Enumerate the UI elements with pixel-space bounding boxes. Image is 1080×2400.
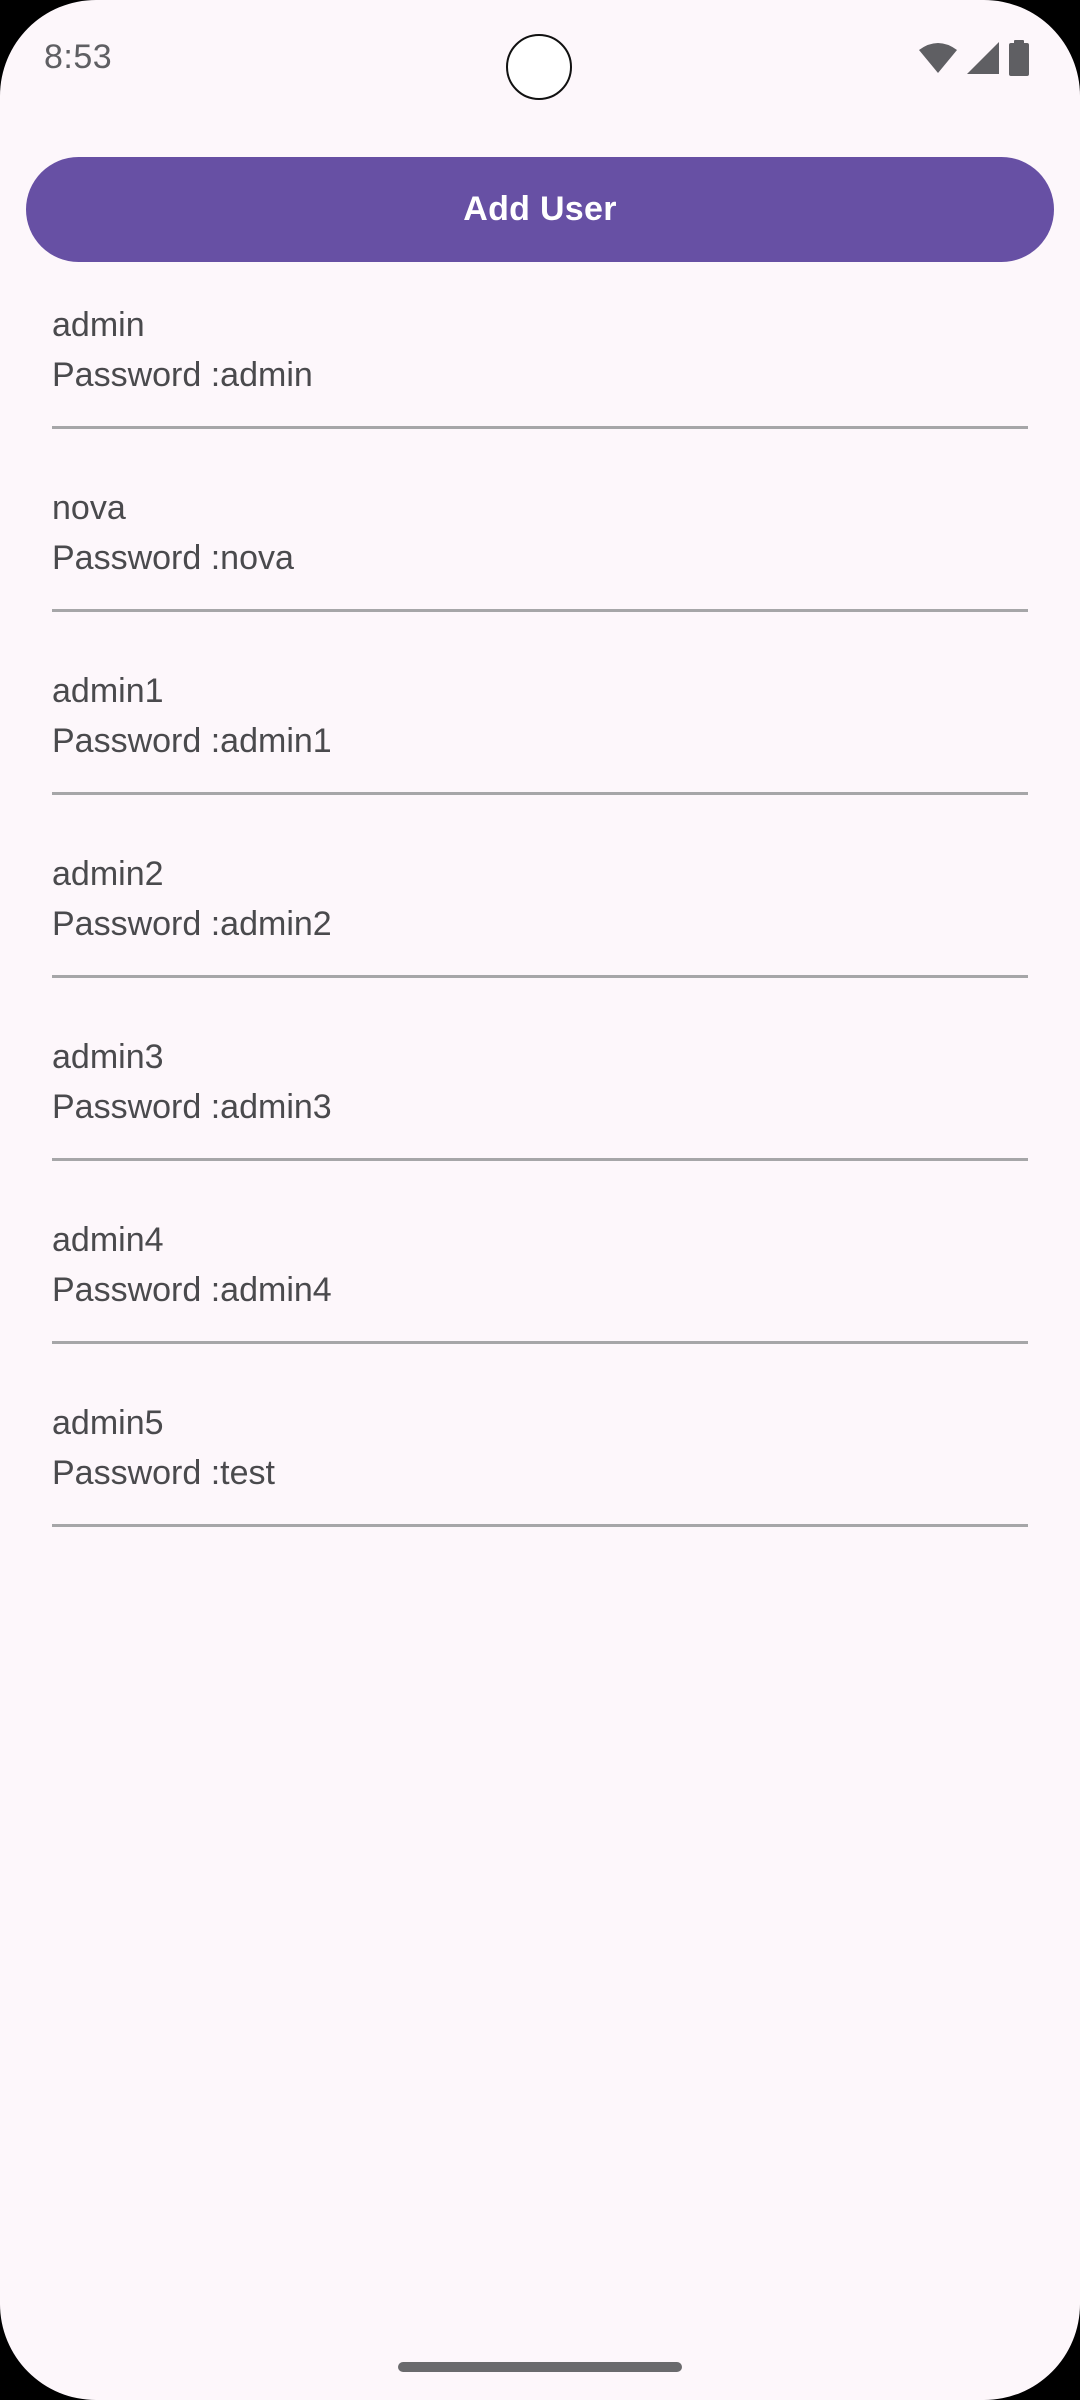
divider bbox=[52, 426, 1028, 429]
status-time: 8:53 bbox=[44, 38, 113, 76]
status-icons bbox=[918, 40, 1030, 76]
user-name: admin4 bbox=[52, 1221, 164, 1259]
user-password: Password :test bbox=[52, 1454, 275, 1492]
user-list: admin Password :admin nova Password :nov… bbox=[52, 282, 1028, 1563]
user-password: Password :admin4 bbox=[52, 1271, 332, 1309]
user-name: admin1 bbox=[52, 672, 164, 710]
divider bbox=[52, 1524, 1028, 1527]
app-screen: 8:53 Add User admin Password:admin nova… bbox=[0, 0, 1080, 2400]
cellular-signal-icon bbox=[966, 41, 1000, 75]
add-user-button-label: Add User bbox=[463, 190, 617, 228]
list-item[interactable]: admin2 Password :admin2 bbox=[52, 831, 1028, 1014]
user-password: Password :admin3 bbox=[52, 1088, 332, 1126]
divider bbox=[52, 792, 1028, 795]
list-item[interactable]: admin5 Password :test bbox=[52, 1380, 1028, 1563]
gesture-navigation-bar[interactable] bbox=[398, 2362, 682, 2372]
divider bbox=[52, 1341, 1028, 1344]
list-item[interactable]: admin3 Password :admin3 bbox=[52, 1014, 1028, 1197]
user-name: nova bbox=[52, 489, 126, 527]
user-password: Password :admin bbox=[52, 356, 313, 394]
divider bbox=[52, 975, 1028, 978]
list-item[interactable]: admin1 Password :admin1 bbox=[52, 648, 1028, 831]
user-name: admin bbox=[52, 306, 145, 344]
wifi-icon bbox=[918, 42, 958, 74]
list-item[interactable]: admin Password :admin bbox=[52, 282, 1028, 465]
battery-icon bbox=[1008, 40, 1030, 76]
divider bbox=[52, 1158, 1028, 1161]
list-item[interactable]: admin4 Password :admin4 bbox=[52, 1197, 1028, 1380]
status-bar: 8:53 bbox=[0, 0, 1080, 120]
list-item[interactable]: nova Password :nova bbox=[52, 465, 1028, 648]
user-password: Password :admin2 bbox=[52, 905, 332, 943]
camera-cutout bbox=[506, 34, 572, 100]
user-name: admin3 bbox=[52, 1038, 164, 1076]
user-name: admin2 bbox=[52, 855, 164, 893]
divider bbox=[52, 609, 1028, 612]
user-password: Password :admin1 bbox=[52, 722, 332, 760]
add-user-button[interactable]: Add User bbox=[26, 157, 1054, 262]
user-password: Password :nova bbox=[52, 539, 294, 577]
user-name: admin5 bbox=[52, 1404, 164, 1442]
